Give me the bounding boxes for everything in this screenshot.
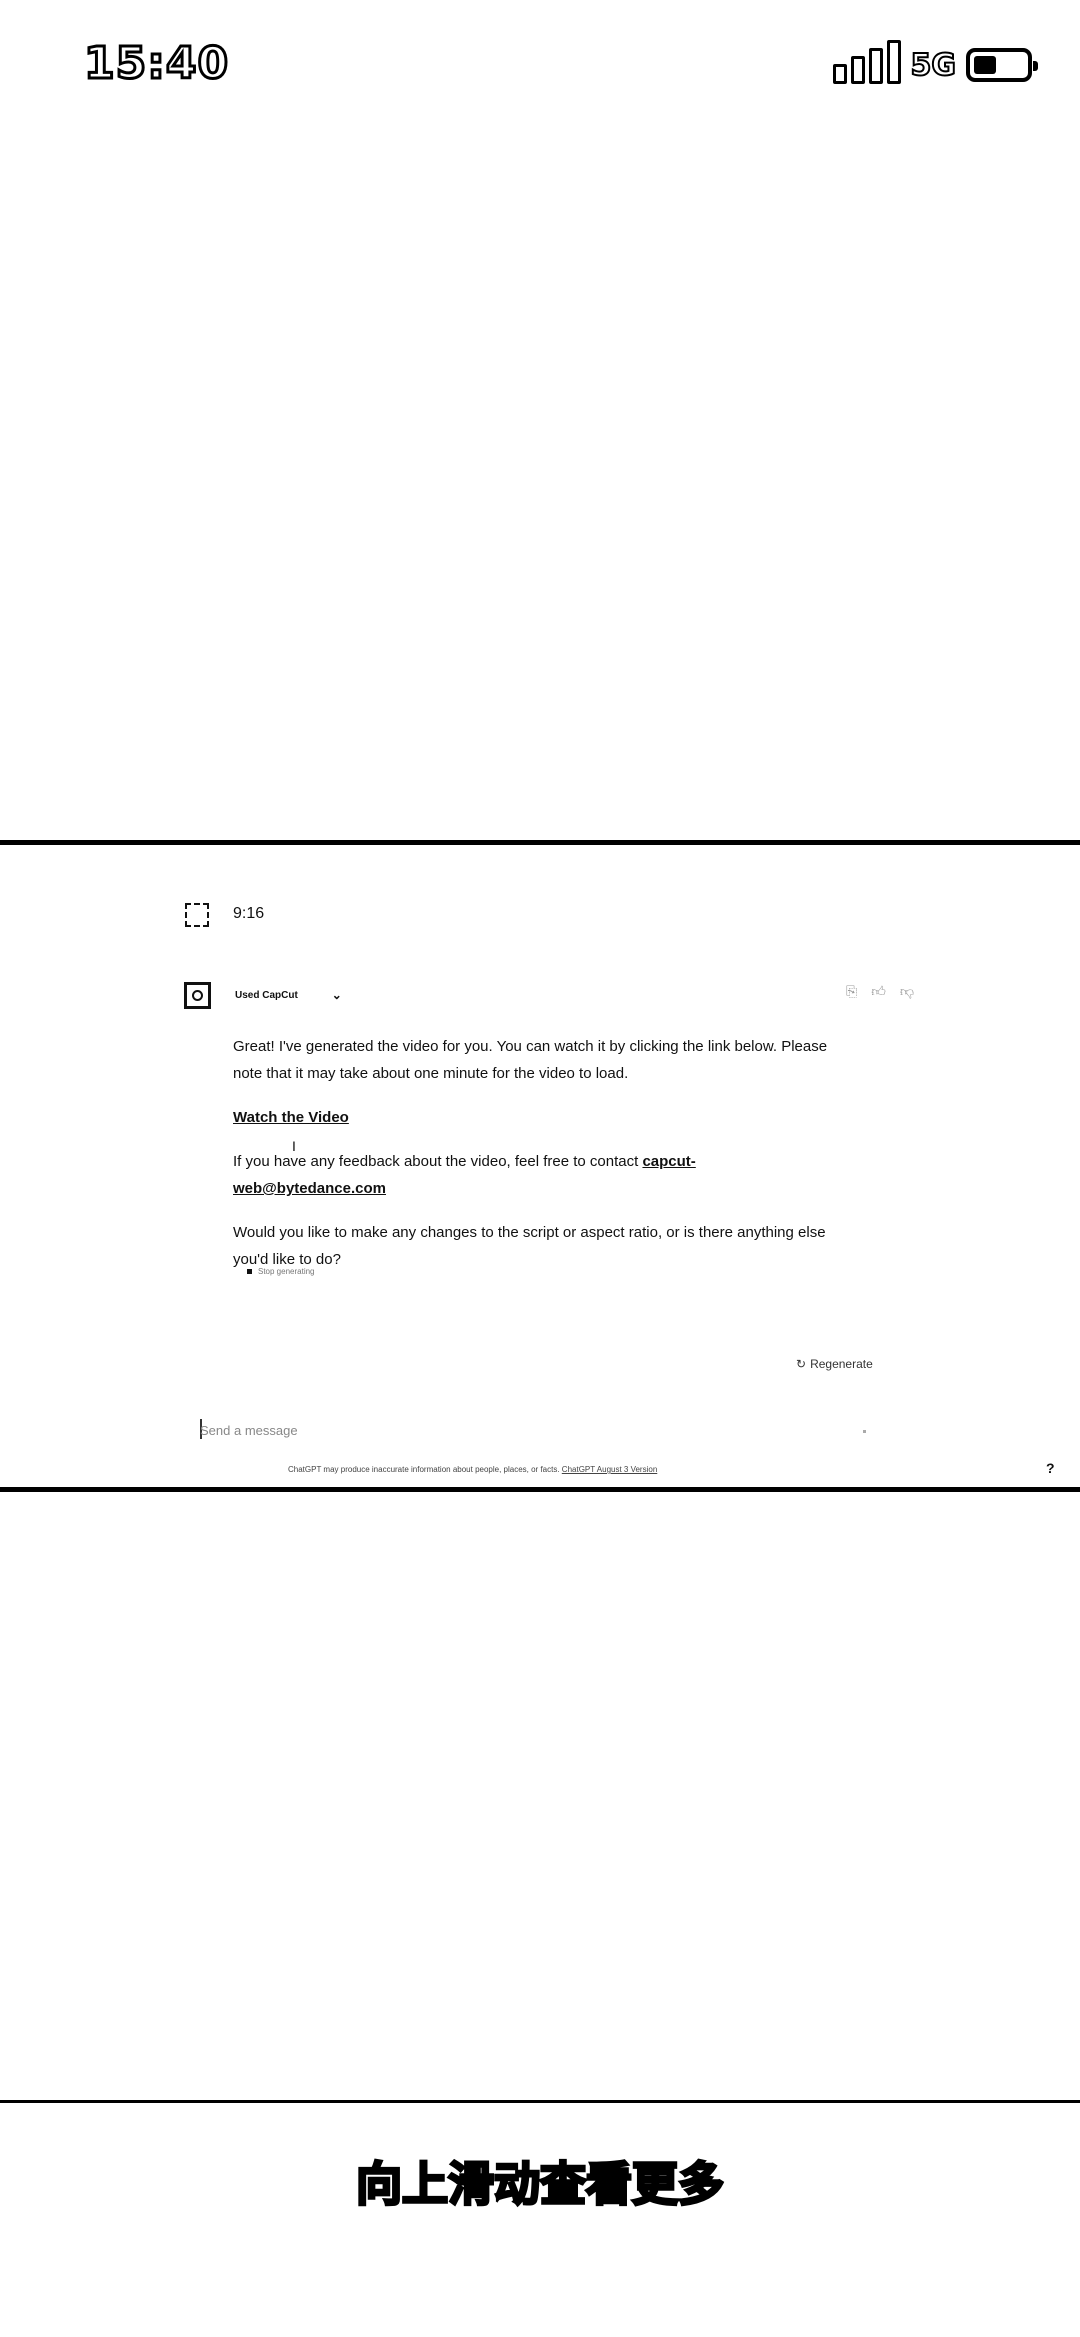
user-avatar bbox=[185, 903, 209, 927]
refresh-icon: ↻ bbox=[796, 1357, 807, 1371]
message-actions: ⎘ 👍︎ 👎︎ bbox=[846, 983, 914, 1000]
stop-generating-button[interactable]: Stop generating bbox=[247, 1267, 315, 1276]
plugin-label: Used CapCut bbox=[235, 989, 298, 1001]
status-time: 15:40 bbox=[82, 37, 230, 91]
assistant-message: Great! I've generated the video for you.… bbox=[233, 1033, 843, 1290]
thumbs-down-icon[interactable]: 👎︎ bbox=[900, 983, 914, 1000]
caption-divider bbox=[0, 2100, 1080, 2103]
plugin-used-toggle[interactable]: Used CapCut ⌄ bbox=[235, 984, 342, 1006]
swipe-up-caption: 向上滑动查看更多 bbox=[355, 2156, 726, 2213]
chevron-down-icon: ⌄ bbox=[331, 988, 342, 1002]
regenerate-label: Regenerate bbox=[810, 1357, 873, 1371]
thumbs-up-icon[interactable]: 👍︎ bbox=[871, 983, 886, 1000]
status-icons: 5G bbox=[832, 40, 1038, 84]
copy-icon[interactable]: ⎘ bbox=[846, 983, 857, 1000]
feedback-paragraph: If you have any feedback about the video… bbox=[233, 1148, 843, 1202]
stop-icon bbox=[247, 1269, 252, 1274]
stop-generating-label: Stop generating bbox=[258, 1267, 315, 1276]
regenerate-button[interactable]: ↻ Regenerate bbox=[796, 1357, 873, 1371]
chat-screenshot: 9:16 Used CapCut ⌄ ⎘ 👍︎ 👎︎ Great! I've g… bbox=[0, 840, 1080, 1492]
message-input[interactable] bbox=[200, 1415, 880, 1445]
battery-icon bbox=[966, 48, 1038, 82]
disclaimer-text: ChatGPT may produce inaccurate informati… bbox=[288, 1465, 560, 1474]
watch-video-link[interactable]: Watch the Video bbox=[233, 1109, 349, 1126]
version-link[interactable]: ChatGPT August 3 Version bbox=[562, 1465, 657, 1474]
user-message: 9:16 bbox=[233, 905, 265, 922]
message-paragraph: Would you like to make any changes to th… bbox=[233, 1224, 826, 1268]
feedback-text: If you have any feedback about the video… bbox=[233, 1153, 639, 1170]
network-type: 5G bbox=[910, 47, 957, 84]
message-paragraph: Great! I've generated the video for you.… bbox=[233, 1038, 828, 1082]
help-button[interactable]: ? bbox=[1046, 1460, 1055, 1476]
assistant-avatar bbox=[184, 982, 211, 1009]
text-cursor-icon: I bbox=[292, 1138, 296, 1154]
assistant-logo-icon bbox=[192, 990, 203, 1001]
disclaimer: ChatGPT may produce inaccurate informati… bbox=[288, 1465, 657, 1474]
signal-bars-icon bbox=[832, 40, 901, 84]
send-icon[interactable] bbox=[863, 1430, 866, 1433]
